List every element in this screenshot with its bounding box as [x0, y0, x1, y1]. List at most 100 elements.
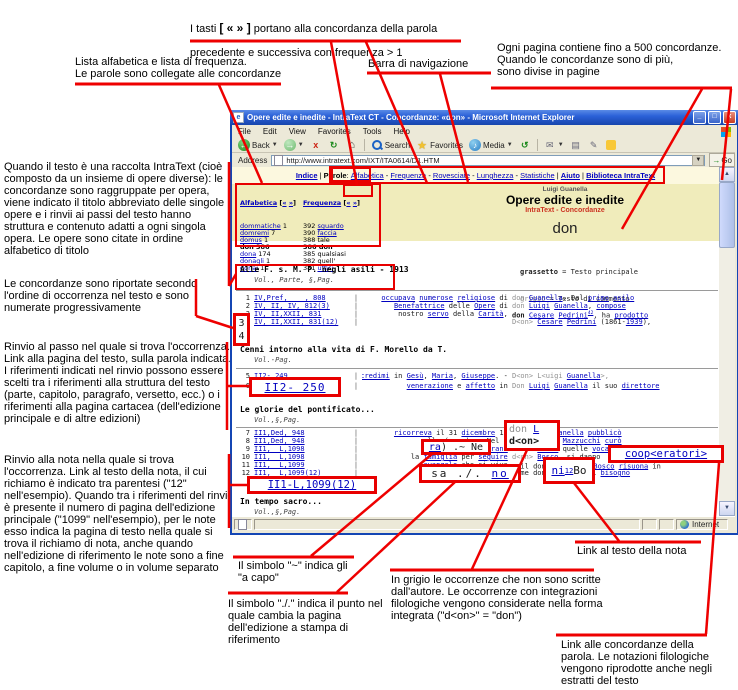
word-link[interactable]: Gesù: [407, 372, 424, 380]
word-link[interactable]: Indice: [296, 171, 318, 180]
minimize-button[interactable]: _: [693, 111, 706, 124]
toolbar-refresh-button[interactable]: ↻: [326, 139, 342, 152]
dropdown-icon[interactable]: ▼: [298, 142, 304, 148]
context-before: ricorreva il 31 dicembre 188: [362, 429, 512, 437]
dropdown-icon[interactable]: ▼: [507, 142, 513, 148]
word-link[interactable]: Pedrini: [567, 318, 597, 326]
word-link[interactable]: primo: [588, 294, 609, 302]
toolbar-forward-button[interactable]: →▼: [282, 139, 306, 152]
work-section-title: Cenni intorno alla vita di F. Morello da…: [240, 345, 447, 354]
toolbar-edit-button[interactable]: ✎: [586, 139, 602, 152]
word-link[interactable]: venerazione: [407, 382, 453, 390]
word-link[interactable]: occupava: [381, 294, 415, 302]
word-link[interactable]: credimi: [362, 372, 390, 380]
word-link[interactable]: Luigi: [529, 302, 550, 310]
context-after: D<on> L<uigi Guanella>,: [512, 372, 718, 380]
toolbar-search-button[interactable]: Search: [369, 139, 412, 152]
scroll-up-icon[interactable]: ▲: [719, 167, 735, 182]
word-link[interactable]: no: [492, 467, 509, 480]
word-link[interactable]: compose: [596, 302, 626, 310]
annotation-navbar: Barra di navigazione: [368, 58, 468, 70]
magnifier-page-ref: II2- 250: [249, 377, 341, 397]
menu-favorites[interactable]: Favorites: [312, 127, 357, 136]
word-link[interactable]: Benefattrice: [394, 302, 445, 310]
word-link[interactable]: Maria: [432, 372, 453, 380]
word-link[interactable]: Luigi: [529, 382, 550, 390]
toolbar-media-button[interactable]: ♪Media▼: [467, 139, 515, 152]
word-link[interactable]: pubblicò: [588, 429, 622, 437]
toolbar-favorites-button[interactable]: ★Favorites: [414, 139, 465, 152]
passage-ref-link[interactable]: IV, II,XXII, 831(12): [254, 318, 350, 326]
row-number: 9: [238, 445, 250, 453]
word-link[interactable]: 12: [565, 466, 574, 475]
maximize-button[interactable]: □: [708, 111, 721, 124]
word-link[interactable]: dicembre: [461, 429, 495, 437]
word-link[interactable]: 1939: [626, 318, 643, 326]
annotation-passage: Rinvio al passo nel quale si trova l'occ…: [4, 341, 236, 425]
title-bar[interactable]: e Opere edite e inedite - IntraText CT -…: [230, 110, 738, 125]
passage-ref-link[interactable]: II1,Ded, 948: [254, 437, 350, 445]
word-link[interactable]: coop<eratori>: [625, 448, 707, 460]
word-link[interactable]: ricorreva: [394, 429, 432, 437]
work-section-subtitle: Vol.,§,Pag.: [254, 508, 300, 516]
highlight-box-work-title: [235, 264, 395, 290]
scroll-down-icon[interactable]: ▼: [719, 501, 735, 516]
word-link[interactable]: Mazzucchi: [563, 437, 601, 445]
word-link[interactable]: II2- 250: [265, 381, 326, 394]
word-link[interactable]: L: [533, 424, 539, 435]
passage-ref-link[interactable]: II1,Ded, 948: [254, 429, 350, 437]
row-pipe: |: [350, 318, 362, 326]
toolbar-mail-button[interactable]: ✉▼: [542, 139, 566, 152]
word-link[interactable]: numerose: [419, 294, 453, 302]
menu-help[interactable]: Help: [387, 127, 415, 136]
word-link[interactable]: direttore: [622, 382, 660, 390]
word-link[interactable]: religiose: [457, 294, 495, 302]
back-icon: ←: [238, 139, 250, 151]
word-link[interactable]: affetto: [466, 382, 496, 390]
word-link[interactable]: ra: [429, 442, 441, 453]
word-link[interactable]: Cesare: [537, 318, 562, 326]
menu-edit[interactable]: Edit: [257, 127, 283, 136]
passage-ref-link[interactable]: IV, II, IV, 812(3): [254, 302, 350, 310]
toolbar-stop-button[interactable]: x: [308, 139, 324, 152]
word-link[interactable]: Guanella: [529, 294, 563, 302]
toolbar-separator: [537, 139, 538, 151]
url-dropdown-icon[interactable]: ▼: [692, 155, 704, 166]
word-link[interactable]: asilo: [613, 294, 634, 302]
word-link[interactable]: Giuseppe: [461, 372, 495, 380]
word-link[interactable]: Guanella: [554, 302, 588, 310]
dropdown-icon[interactable]: ▼: [558, 142, 564, 148]
url-input[interactable]: http://www.intratext.com/IXT/ITA0614/D1.…: [271, 155, 705, 166]
go-button[interactable]: → Go: [709, 153, 735, 167]
passage-ref-link[interactable]: II1, L,1098: [254, 453, 350, 461]
word-link[interactable]: Opere: [474, 302, 495, 310]
status-panel-1: [642, 519, 657, 530]
menu-file[interactable]: File: [232, 127, 257, 136]
word-link[interactable]: II1-L,1099(12): [268, 479, 357, 491]
menu-view[interactable]: View: [283, 127, 312, 136]
word-link[interactable]: Guanella: [554, 382, 588, 390]
close-button[interactable]: x: [723, 111, 736, 124]
annotation-lists: Lista alfabetica e lista di frequenza. L…: [75, 56, 305, 80]
word-link[interactable]: Guanella: [567, 372, 601, 380]
scrollbar-thumb[interactable]: [719, 182, 735, 248]
word-link[interactable]: ni: [551, 464, 564, 477]
dropdown-icon[interactable]: ▼: [272, 142, 278, 148]
menu-tools[interactable]: Tools: [357, 127, 388, 136]
row-number: 2: [238, 302, 250, 310]
passage-ref-link[interactable]: IV,Pref, , 808: [254, 294, 350, 302]
row-pipe: |: [350, 372, 362, 380]
magnified-number-4: 4: [238, 330, 244, 343]
toolbar-messenger-button[interactable]: [604, 139, 618, 152]
word-link[interactable]: bisogno: [601, 469, 631, 477]
toolbar-home-button[interactable]: ⌂: [344, 139, 360, 152]
passage-ref-link[interactable]: II1, L,1098: [254, 445, 350, 453]
word-link[interactable]: curò: [605, 437, 622, 445]
toolbar-print-button[interactable]: ▤: [568, 139, 584, 152]
highlight-box-indice: [331, 167, 371, 182]
concordance-row: 4IV, II,XXII, 831(12)|D<on> Cesare Pedri…: [238, 318, 718, 326]
magnifier-don-grey: don L d<on>: [504, 420, 560, 451]
toolbar-back-button[interactable]: ←Back▼: [236, 139, 280, 152]
annotation-pagebreak: Il simbolo "./." indica il punto nel qua…: [228, 598, 386, 646]
toolbar-history-button[interactable]: ↺: [517, 139, 533, 152]
